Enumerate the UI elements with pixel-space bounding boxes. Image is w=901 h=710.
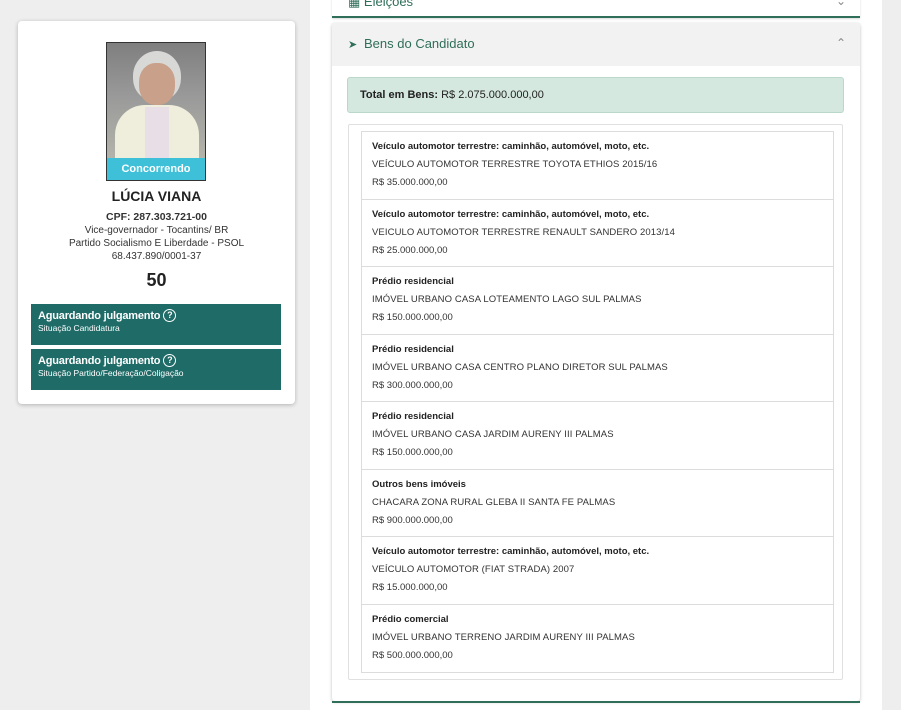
list-item: Prédio comercial IMÓVEL URBANO TERRENO J… (362, 605, 833, 673)
situation-party: Aguardando julgamento? Situação Partido/… (31, 349, 281, 390)
candidate-party: Partido Socialismo E Liberdade - PSOL (68, 238, 245, 249)
accordion-eleicoes-label: ▦ Eleições (348, 0, 413, 10)
rocket-icon: ➤ (348, 39, 358, 51)
situation-title: Aguardando julgamento (38, 354, 161, 367)
asset-category: Prédio residencial (372, 276, 454, 287)
asset-description: VEÍCULO AUTOMOTOR TERRESTRE TOYOTA ETHIO… (372, 159, 658, 170)
accordion-bens-header[interactable]: ➤ Bens do Candidato ⌃ (332, 23, 860, 66)
asset-value: R$ 25.000.000,00 (372, 244, 448, 256)
asset-value: R$ 15.000.000,00 (372, 582, 448, 593)
total-value: R$ 2.075.000.000,00 (441, 89, 544, 101)
list-item: Veículo automotor terrestre: caminhão, a… (362, 200, 833, 267)
main-panel: ▦ Eleições ⌄ ➤ Bens do Candidato ⌃ Total… (310, 0, 882, 710)
candidate-number: 50 (146, 270, 167, 290)
question-circle-icon[interactable]: ? (163, 354, 177, 367)
asset-description: IMÓVEL URBANO TERRENO JARDIM AURENY III … (372, 631, 635, 643)
asset-description: VEÍCULO AUTOMOTOR (FIAT STRADA) 2007 (372, 564, 575, 575)
total-assets: Total em Bens: R$ 2.075.000.000,00 (347, 77, 844, 113)
asset-value: R$ 150.000.000,00 (372, 312, 453, 323)
situation-subtitle: Situação Partido/Federação/Coligação (38, 368, 184, 378)
candidate-cpf: CPF: 287.303.721-00 (106, 211, 207, 223)
asset-value: R$ 900.000.000,00 (372, 514, 453, 526)
accordion-bens: ➤ Bens do Candidato ⌃ Total em Bens: R$ … (332, 23, 860, 701)
list-item: Prédio residencial IMÓVEL URBANO CASA LO… (362, 267, 833, 335)
list-item: Prédio residencial IMÓVEL URBANO CASA JA… (362, 402, 833, 470)
asset-value: R$ 500.000.000,00 (372, 649, 453, 661)
list-item: Prédio residencial IMÓVEL URBANO CASA CE… (362, 335, 833, 402)
assets-list: Veículo automotor terrestre: caminhão, a… (361, 131, 834, 673)
chevron-down-icon: ⌄ (835, 0, 846, 8)
candidate-name: LÚCIA VIANA (111, 188, 202, 204)
total-label: Total em Bens: (360, 89, 439, 101)
situation-title: Aguardando julgamento (38, 309, 161, 322)
situation-subtitle: Situação Candidatura (38, 323, 120, 333)
assets-container: Veículo automotor terrestre: caminhão, a… (348, 124, 843, 680)
asset-value: R$ 150.000.000,00 (372, 447, 453, 458)
list-item: Veículo automotor terrestre: caminhão, a… (362, 537, 833, 605)
asset-value: R$ 300.000.000,00 (372, 379, 453, 391)
asset-description: IMÓVEL URBANO CASA JARDIM AURENY III PAL… (372, 429, 614, 440)
asset-category: Veículo automotor terrestre: caminhão, a… (372, 141, 650, 152)
asset-category: Prédio comercial (372, 613, 449, 625)
candidate-role: Vice-governador - Tocantins/ BR (84, 225, 229, 236)
asset-description: IMÓVEL URBANO CASA CENTRO PLANO DIRETOR … (372, 361, 668, 373)
asset-category: Veículo automotor terrestre: caminhão, a… (372, 546, 650, 557)
next-accordion-edge (332, 701, 860, 703)
asset-category: Prédio residencial (372, 343, 454, 355)
asset-description: CHACARA ZONA RURAL GLEBA II SANTA FE PAL… (372, 496, 616, 508)
asset-category: Veículo automotor terrestre: caminhão, a… (372, 208, 650, 220)
asset-description: VEICULO AUTOMOTOR TERRESTRE RENAULT SAND… (372, 226, 676, 238)
candidate-photo: Concorrendo (106, 42, 206, 181)
accordion-eleicoes[interactable]: ▦ Eleições ⌄ (332, 0, 860, 18)
asset-category: Prédio residencial (372, 411, 454, 422)
status-badge: Concorrendo (107, 158, 205, 180)
list-item: Outros bens imóveis CHACARA ZONA RURAL G… (362, 470, 833, 537)
chevron-up-icon: ⌃ (835, 36, 846, 50)
candidate-card: Concorrendo LÚCIA VIANA CPF: 287.303.721… (18, 21, 295, 404)
accordion-bens-label: Bens do Candidato (364, 36, 475, 51)
situation-candidacy: Aguardando julgamento? Situação Candidat… (31, 304, 281, 345)
asset-value: R$ 35.000.000,00 (372, 177, 448, 188)
question-circle-icon[interactable]: ? (163, 309, 177, 322)
candidate-cnpj: 68.437.890/0001-37 (111, 251, 202, 262)
list-item: Veículo automotor terrestre: caminhão, a… (362, 132, 833, 200)
asset-description: IMÓVEL URBANO CASA LOTEAMENTO LAGO SUL P… (372, 294, 642, 305)
grid-icon: ▦ (348, 0, 361, 9)
asset-category: Outros bens imóveis (372, 478, 466, 490)
